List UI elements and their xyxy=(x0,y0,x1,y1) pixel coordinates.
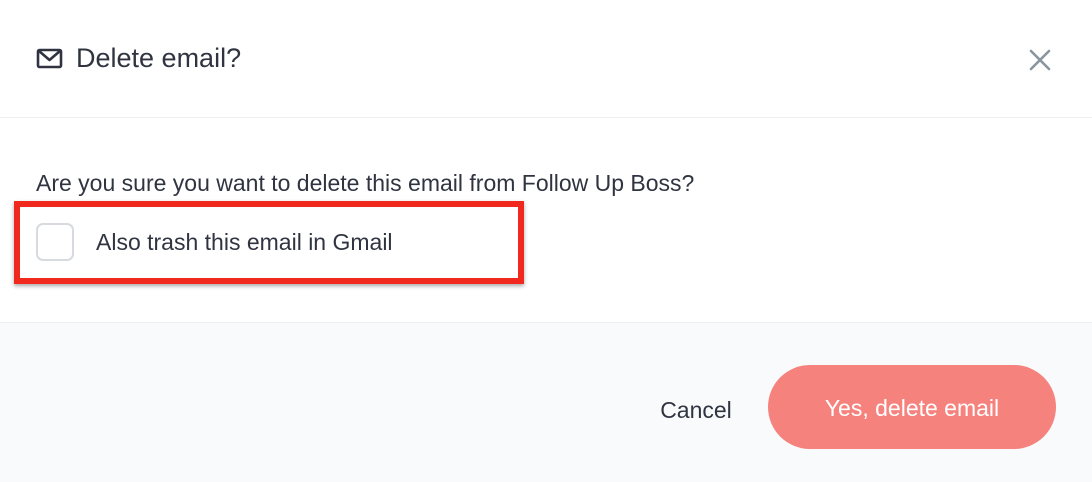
cancel-button[interactable]: Cancel xyxy=(634,393,758,425)
dialog-footer: Cancel Yes, delete email xyxy=(0,322,1092,482)
envelope-icon xyxy=(36,48,63,69)
delete-email-dialog: Delete email? Are you sure you want to d… xyxy=(0,0,1092,482)
close-icon[interactable] xyxy=(1024,44,1056,76)
trash-in-gmail-checkbox[interactable] xyxy=(36,223,74,261)
confirm-delete-button[interactable]: Yes, delete email xyxy=(768,365,1056,449)
dialog-title: Delete email? xyxy=(76,43,242,73)
trash-in-gmail-label[interactable]: Also trash this email in Gmail xyxy=(96,227,393,257)
confirmation-message: Are you sure you want to delete this ema… xyxy=(36,170,695,196)
dialog-header: Delete email? xyxy=(0,0,1092,118)
